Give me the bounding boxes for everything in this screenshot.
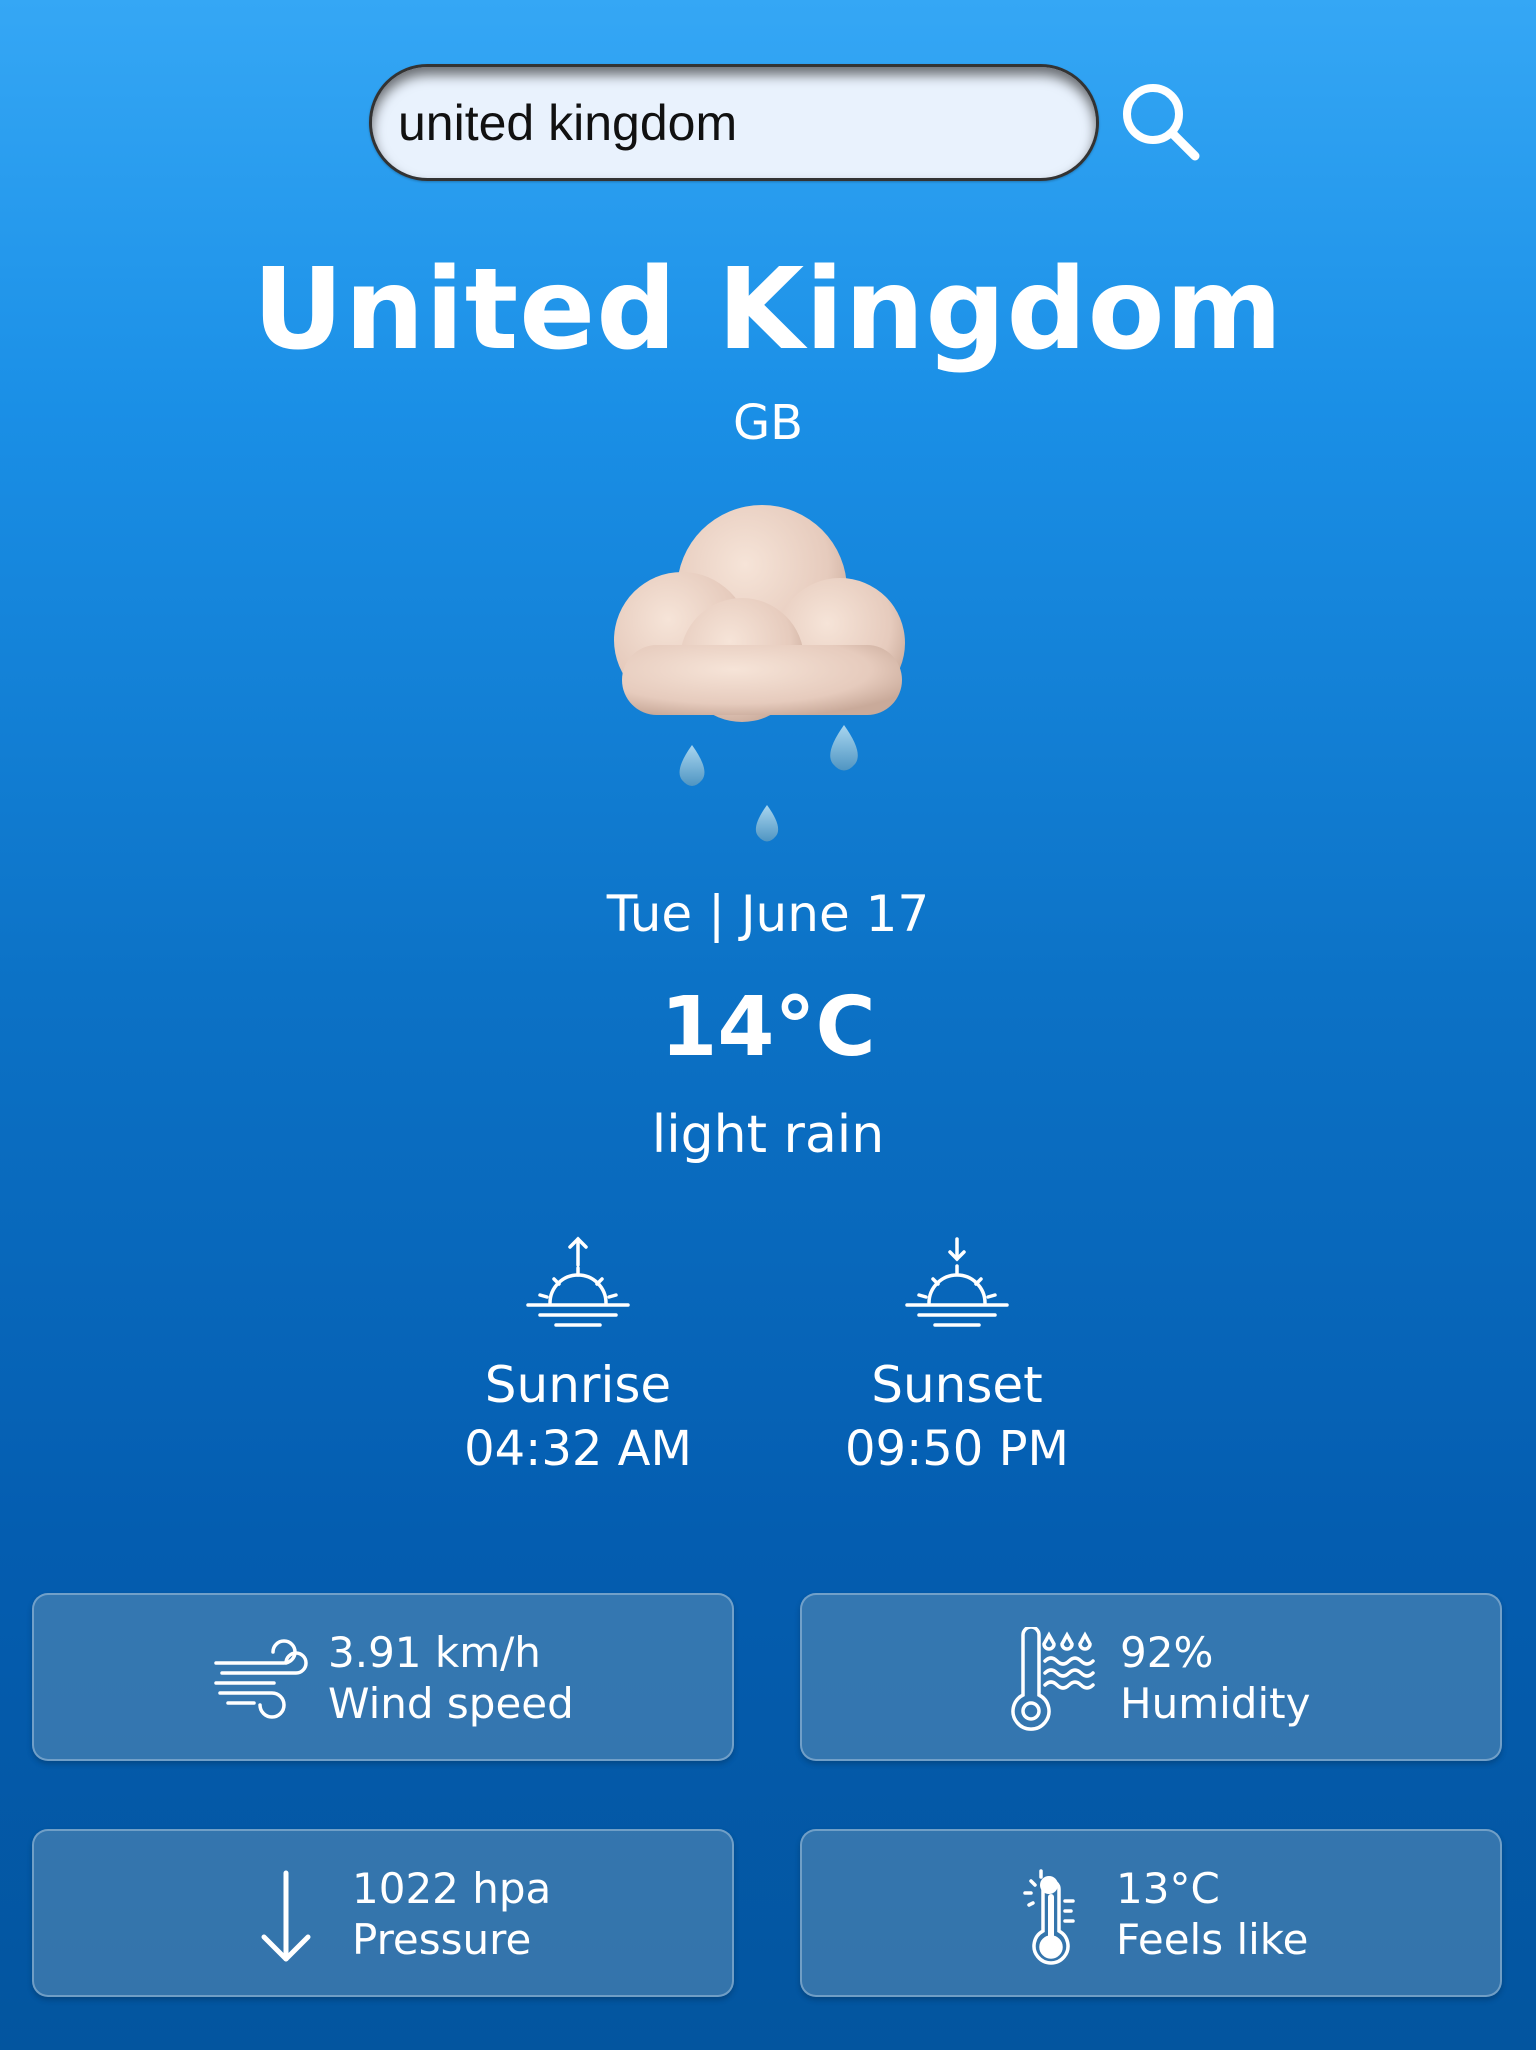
rain-cloud-icon [592, 495, 936, 855]
wind-speed-card: 3.91 km/h Wind speed [32, 1593, 734, 1761]
current-date: Tue | June 17 [606, 885, 930, 943]
pressure-value: 1022 hpa [352, 1864, 552, 1913]
sunrise-block: Sunrise 04:32 AM [428, 1235, 728, 1481]
sunrise-label: Sunrise [484, 1356, 672, 1414]
arrow-down-icon [261, 1870, 311, 1962]
wind-speed-label: Wind speed [328, 1679, 574, 1728]
weather-description: light rain [651, 1105, 885, 1165]
pressure-label: Pressure [352, 1915, 532, 1964]
sunset-label: Sunset [871, 1356, 1043, 1414]
wind-icon [214, 1639, 308, 1719]
search-icon [1123, 84, 1200, 161]
search-input[interactable] [369, 64, 1099, 181]
country-code: GB [732, 395, 804, 451]
feels-like-value: 13°C [1116, 1864, 1220, 1913]
humidity-card: 92% Humidity [800, 1593, 1502, 1761]
sunset-icon [905, 1237, 1009, 1327]
sunset-block: Sunset 09:50 PM [807, 1235, 1107, 1481]
search-bar [369, 64, 1200, 184]
humidity-icon [1011, 1627, 1095, 1731]
city-name: United Kingdom [252, 245, 1284, 375]
temperature: 14°C [660, 980, 876, 1075]
feels-like-card: 13°C Feels like [800, 1829, 1502, 1997]
humidity-value: 92% [1120, 1628, 1214, 1677]
sunset-time: 09:50 PM [845, 1421, 1069, 1477]
humidity-label: Humidity [1120, 1679, 1311, 1728]
search-button[interactable] [1117, 78, 1207, 168]
thermometer-icon [1023, 1869, 1075, 1965]
pressure-card: 1022 hpa Pressure [32, 1829, 734, 1997]
sunrise-time: 04:32 AM [464, 1421, 692, 1477]
sunrise-icon [526, 1236, 630, 1327]
wind-speed-value: 3.91 km/h [328, 1628, 541, 1677]
feels-like-label: Feels like [1116, 1915, 1309, 1964]
